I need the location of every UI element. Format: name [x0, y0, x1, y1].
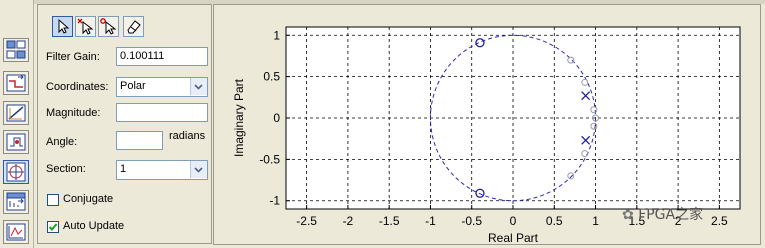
phase-response-icon — [6, 104, 26, 122]
x-tick-label: 0.5 — [546, 214, 563, 228]
checkmark-icon — [48, 223, 58, 231]
magnitude-response-icon — [6, 74, 26, 92]
analysis-toolbar — [0, 0, 34, 248]
pointer-tool-button[interactable] — [52, 16, 73, 37]
x-tick-label: 2.5 — [711, 214, 728, 228]
phase-response-button[interactable] — [3, 101, 29, 125]
magnitude-label: Magnitude: — [46, 107, 101, 119]
y-axis-label: Imaginary Part — [232, 78, 246, 157]
x-tick-label: -2.5 — [296, 214, 317, 228]
add-pole-icon — [100, 18, 117, 35]
section-label: Section: — [46, 163, 86, 175]
section-value: 1 — [120, 163, 127, 175]
filter-gain-label: Filter Gain: — [46, 51, 100, 63]
chevron-down-icon — [190, 161, 207, 178]
x-axis-label: Real Part — [488, 231, 539, 244]
pole-zero-plot-button[interactable] — [3, 160, 29, 184]
coordinates-select[interactable]: Polar — [116, 77, 208, 97]
eraser-tool-button[interactable] — [123, 16, 144, 37]
x-tick-label: 1 — [592, 214, 599, 228]
coordinates-value: Polar — [120, 80, 146, 92]
wechat-icon: ✿ — [622, 207, 634, 223]
impulse-response-icon — [6, 192, 26, 211]
impulse-response-button[interactable] — [3, 190, 29, 214]
pole-zero-panel: Filter Gain: 0.100111 Coordinates: Polar… — [37, 4, 212, 244]
group-delay-button[interactable] — [3, 130, 29, 154]
pole-zero-editor-icon — [6, 40, 26, 59]
conjugate-label: Conjugate — [63, 193, 114, 205]
angle-unit-label: radians — [169, 130, 206, 142]
step-response-button[interactable] — [3, 220, 29, 244]
pointer-icon — [58, 18, 70, 34]
section-select[interactable]: 1 — [116, 160, 208, 180]
y-tick-label: 0.5 — [263, 70, 280, 84]
eraser-icon — [127, 20, 141, 34]
auto-update-checkbox[interactable] — [47, 221, 59, 233]
conjugate-checkbox[interactable] — [47, 194, 59, 206]
y-tick-label: -0.5 — [259, 152, 280, 166]
group-delay-icon — [6, 133, 26, 151]
magnitude-field[interactable] — [116, 103, 208, 122]
watermark-text: FPGA之家 — [638, 207, 704, 223]
x-tick-label: -1 — [425, 214, 436, 228]
auto-update-label: Auto Update — [63, 220, 125, 232]
coordinates-label: Coordinates: — [46, 81, 109, 93]
y-tick-label: 1 — [273, 28, 280, 42]
add-zero-tool-button[interactable] — [75, 16, 96, 37]
step-response-icon — [6, 223, 26, 241]
x-tick-label: -1.5 — [379, 214, 400, 228]
y-tick-label: 0 — [273, 111, 280, 125]
angle-field[interactable] — [116, 131, 163, 150]
x-tick-label: -0.5 — [461, 214, 482, 228]
add-zero-icon — [77, 18, 94, 35]
watermark: ✿ FPGA之家 — [622, 204, 703, 224]
pole-zero-editor-button[interactable] — [3, 38, 29, 62]
pole-zero-plot-icon — [6, 162, 26, 182]
y-tick-label: -1 — [269, 194, 280, 208]
chevron-down-icon — [190, 78, 207, 95]
x-tick-label: 0 — [510, 214, 517, 228]
filter-gain-field[interactable]: 0.100111 — [116, 47, 208, 66]
magnitude-response-button[interactable] — [3, 71, 29, 95]
add-pole-tool-button[interactable] — [98, 16, 119, 37]
angle-label: Angle: — [46, 136, 78, 148]
x-tick-label: -2 — [343, 214, 354, 228]
